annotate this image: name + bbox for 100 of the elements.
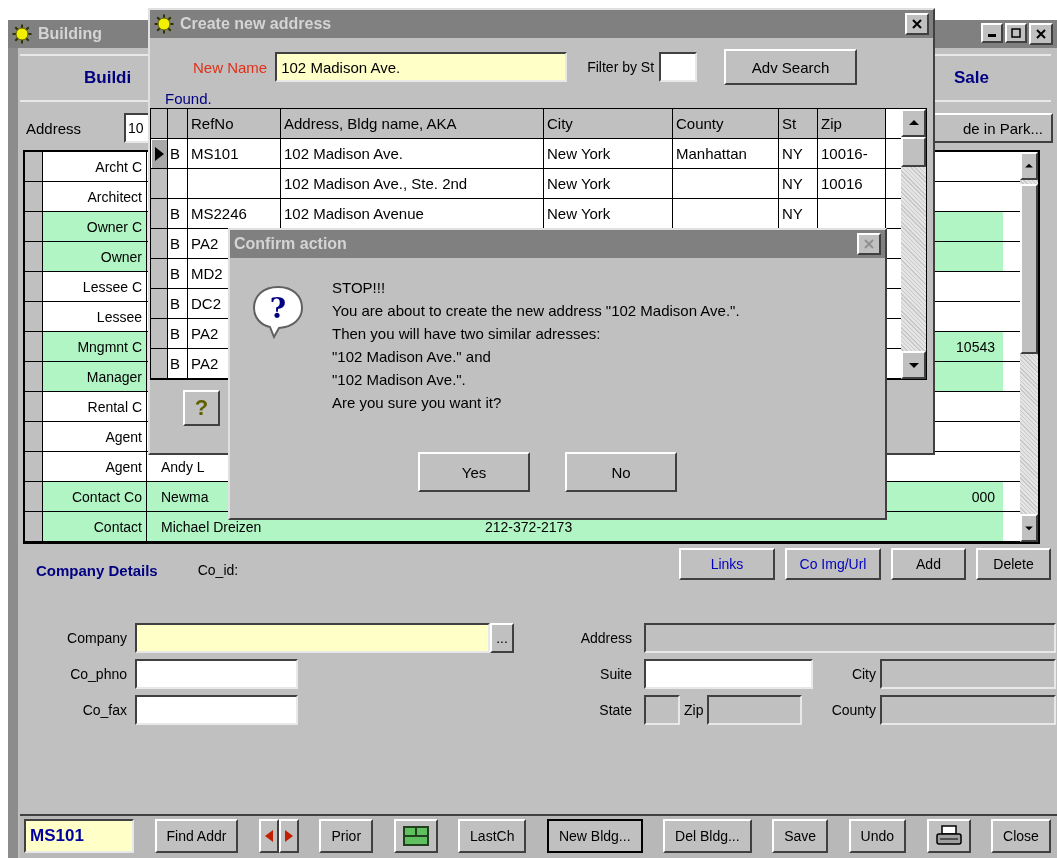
dialog-button[interactable]: Yes — [418, 452, 530, 492]
row-selector[interactable] — [25, 302, 43, 331]
park-button[interactable]: de in Park... — [933, 113, 1053, 143]
table-cell: B — [168, 199, 188, 228]
action-button[interactable]: Add — [891, 548, 966, 580]
text-field[interactable] — [644, 658, 813, 689]
new-name-field[interactable]: 102 Madison Ave. — [275, 52, 568, 82]
row-selector[interactable] — [25, 452, 43, 481]
help-button[interactable]: ? — [183, 390, 220, 426]
readonly-field[interactable] — [644, 622, 1056, 653]
row-selector[interactable] — [151, 229, 168, 258]
field-label: Address — [25, 119, 83, 137]
column-header[interactable]: County — [673, 109, 779, 138]
table-cell: 10016 — [818, 169, 886, 198]
row-selector[interactable] — [25, 512, 43, 541]
search-button[interactable]: Adv Search — [724, 49, 858, 85]
link-button[interactable]: Links — [679, 548, 775, 580]
row-selector[interactable] — [25, 392, 43, 421]
scroll-up-button[interactable] — [901, 109, 926, 137]
row-selector[interactable] — [151, 319, 168, 348]
table-cell: 10016- — [818, 139, 886, 168]
row-selector[interactable] — [25, 422, 43, 451]
toolbar-button[interactable]: Prior — [319, 819, 374, 853]
grid-button[interactable] — [393, 819, 438, 853]
sun-icon — [12, 24, 32, 44]
row-label: Agent — [43, 422, 147, 451]
row-selector[interactable] — [25, 242, 43, 271]
row-label: Contact — [43, 512, 147, 541]
field-label: Co_phno — [69, 665, 128, 682]
table-cell: B — [168, 349, 188, 378]
toolbar-button[interactable]: Save — [772, 819, 829, 853]
row-selector[interactable] — [25, 332, 43, 361]
table-cell: 102 Madison Ave. — [281, 139, 544, 168]
text-field[interactable] — [135, 694, 298, 725]
column-header[interactable]: RefNo — [188, 109, 281, 138]
table-cell: B — [168, 139, 188, 168]
row-selector[interactable] — [151, 199, 168, 228]
row-selector[interactable] — [151, 349, 168, 378]
toolbar-button[interactable]: New Bldg... — [546, 819, 643, 853]
row-selector[interactable] — [25, 182, 43, 211]
column-header[interactable]: St — [779, 109, 818, 138]
current-row-marker[interactable] — [151, 139, 168, 168]
readonly-field[interactable] — [880, 694, 1056, 725]
table-cell: MS101 — [188, 139, 281, 168]
field-label: State — [598, 701, 633, 718]
scroll-down-button[interactable] — [901, 351, 926, 379]
printer-icon — [935, 825, 962, 847]
close-button[interactable] — [857, 233, 881, 255]
row-selector[interactable] — [25, 212, 43, 241]
close-button[interactable] — [1029, 23, 1053, 45]
text-field[interactable] — [135, 658, 298, 689]
field-label: New Name — [193, 58, 268, 76]
scrollbar[interactable] — [1020, 152, 1038, 542]
column-header[interactable]: Zip — [818, 109, 886, 138]
column-header[interactable]: Address, Bldg name, AKA — [281, 109, 544, 138]
field-label: Suite — [599, 665, 633, 682]
company-field[interactable] — [135, 622, 490, 653]
link-button[interactable]: Co Img/Url — [785, 548, 881, 580]
readonly-field[interactable] — [707, 694, 803, 725]
close-icon — [1035, 28, 1047, 40]
print-button[interactable] — [926, 819, 971, 853]
toolbar-button[interactable]: Undo — [848, 819, 907, 853]
scroll-thumb[interactable] — [901, 137, 926, 167]
state-filter-field[interactable] — [659, 52, 698, 82]
toolbar-button[interactable]: Del Bldg... — [663, 819, 752, 853]
lookup-button[interactable]: ... — [490, 622, 514, 653]
action-button[interactable]: Delete — [976, 548, 1051, 580]
column-header[interactable]: City — [544, 109, 673, 138]
next-button[interactable] — [278, 819, 299, 853]
field-label: Co_id: — [197, 562, 239, 578]
previous-button[interactable] — [258, 819, 279, 853]
row-label: Rental C — [43, 392, 147, 421]
close-icon — [863, 238, 875, 250]
dialog-button[interactable]: No — [565, 452, 677, 492]
readonly-field[interactable] — [880, 658, 1056, 689]
scrollbar[interactable] — [901, 109, 926, 379]
table-cell: 000 — [971, 488, 995, 505]
minimize-icon — [988, 34, 996, 37]
row-selector[interactable] — [25, 152, 43, 181]
row-selector[interactable] — [25, 482, 43, 511]
row-selector[interactable] — [25, 362, 43, 391]
row-label: Archt C — [43, 152, 147, 181]
field-label: Zip — [683, 701, 705, 718]
scroll-down-button[interactable] — [1020, 514, 1038, 542]
toolbar-button[interactable]: LastCh — [458, 819, 527, 853]
readonly-field[interactable] — [644, 694, 680, 725]
minimize-button[interactable] — [981, 23, 1003, 43]
scroll-thumb[interactable] — [1020, 184, 1038, 354]
toolbar-button[interactable]: Close — [991, 819, 1051, 853]
close-button[interactable] — [905, 13, 929, 35]
row-selector[interactable] — [151, 259, 168, 288]
row-selector[interactable] — [151, 289, 168, 318]
scroll-up-button[interactable] — [1020, 152, 1038, 180]
row-selector[interactable] — [25, 272, 43, 301]
table-cell: 10543 — [956, 338, 995, 355]
row-selector[interactable] — [151, 169, 168, 198]
record-field[interactable]: MS101 — [24, 819, 134, 853]
toolbar-button[interactable]: Find Addr — [154, 819, 239, 853]
table-cell: New York — [544, 139, 673, 168]
maximize-button[interactable] — [1005, 23, 1027, 43]
